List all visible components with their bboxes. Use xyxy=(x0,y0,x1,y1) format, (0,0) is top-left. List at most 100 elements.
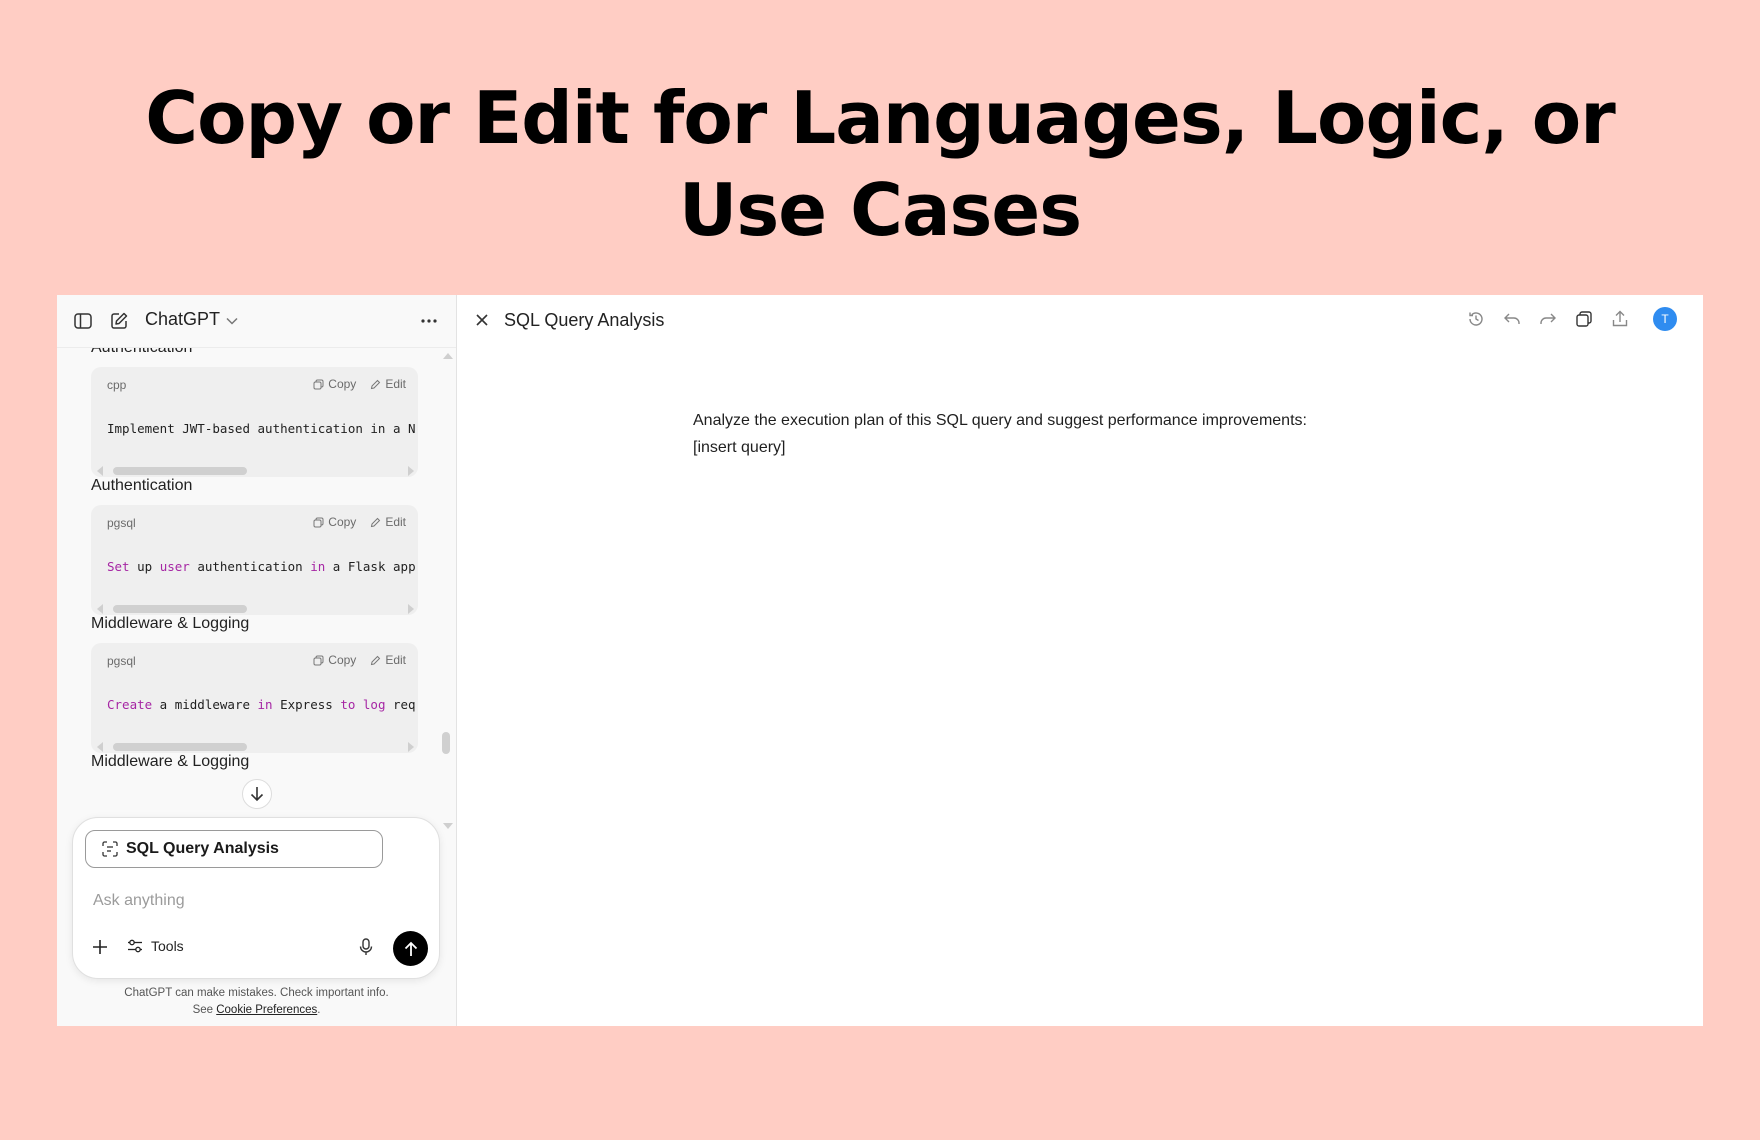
canvas-toolbar: T xyxy=(1465,307,1677,331)
document-line-2: [insert query] xyxy=(693,439,786,456)
canvas-panel: SQL Query Analysis T Analyze the executi… xyxy=(457,295,1703,1026)
pencil-icon xyxy=(371,517,381,527)
code-text: Implement JWT-based authentication in a … xyxy=(107,421,416,436)
code-language: pgsql xyxy=(107,516,136,530)
code-line: Implement JWT-based authentication in a … xyxy=(107,421,416,436)
edit-button[interactable]: Edit xyxy=(370,515,406,529)
avatar[interactable]: T xyxy=(1653,307,1677,331)
canvas-chip[interactable]: SQL Query Analysis xyxy=(85,830,383,868)
code-text: a Flask app xyxy=(325,559,416,574)
send-button[interactable] xyxy=(393,931,428,966)
code-keyword: Set xyxy=(107,559,130,574)
composer: SQL Query Analysis Ask anything Tools xyxy=(72,817,440,979)
chip-label: SQL Query Analysis xyxy=(126,840,279,857)
horizontal-scrollbar[interactable] xyxy=(91,739,418,753)
code-keyword: log xyxy=(362,697,386,712)
sidebar-toggle-icon[interactable] xyxy=(71,309,95,333)
left-panel-header: ChatGPT xyxy=(57,295,456,348)
pencil-icon xyxy=(371,655,381,665)
horizontal-scrollbar[interactable] xyxy=(91,601,418,615)
chevron-down-icon xyxy=(226,309,238,330)
arrow-up-icon xyxy=(404,941,417,956)
horizontal-scrollbar[interactable] xyxy=(91,463,418,477)
code-text: a middleware xyxy=(152,697,258,712)
message-input[interactable]: Ask anything xyxy=(93,892,185,910)
headline-line-1: Copy or Edit for Languages, Logic, or xyxy=(145,76,1616,160)
more-options-icon[interactable] xyxy=(417,309,441,333)
code-language: pgsql xyxy=(107,654,136,668)
model-name: ChatGPT xyxy=(145,309,221,329)
disclaimer-period: . xyxy=(317,1004,321,1016)
vertical-scrollbar[interactable] xyxy=(440,347,454,837)
disclaimer-text: ChatGPT can make mistakes. Check importa… xyxy=(124,987,389,999)
close-icon[interactable] xyxy=(471,309,493,331)
copy-button[interactable]: Copy xyxy=(313,515,356,529)
scroll-left-arrow-icon xyxy=(97,742,103,752)
scroll-down-arrow-icon xyxy=(443,823,453,829)
code-keyword: user xyxy=(159,559,190,574)
scroll-right-arrow-icon xyxy=(408,742,414,752)
copy-icon xyxy=(313,517,324,527)
scroll-right-arrow-icon xyxy=(408,604,414,614)
copy-label: Copy xyxy=(328,377,357,391)
canvas-document[interactable]: Analyze the execution plan of this SQL q… xyxy=(693,407,1393,461)
scroll-left-arrow-icon xyxy=(97,466,103,476)
scroll-left-arrow-icon xyxy=(97,604,103,614)
scroll-to-bottom-button[interactable] xyxy=(242,779,272,809)
code-text: req xyxy=(385,697,416,712)
copy-button[interactable]: Copy xyxy=(313,377,356,391)
model-selector[interactable]: ChatGPT xyxy=(145,309,238,330)
history-icon[interactable] xyxy=(1465,308,1487,330)
edit-button[interactable]: Edit xyxy=(370,653,406,667)
tools-button[interactable]: Tools xyxy=(127,938,184,954)
canvas-icon xyxy=(102,841,118,857)
pencil-icon xyxy=(371,379,381,389)
code-block: pgsql Copy Edit Set up user authenticati… xyxy=(91,505,418,615)
code-text: up xyxy=(129,559,160,574)
edit-label: Edit xyxy=(385,653,406,667)
undo-icon[interactable] xyxy=(1501,308,1523,330)
section-title: Middleware & Logging xyxy=(91,615,250,632)
section-title: Authentication xyxy=(91,347,193,356)
edit-label: Edit xyxy=(385,515,406,529)
code-keyword: in xyxy=(310,559,326,574)
code-keyword: to xyxy=(340,697,356,712)
tools-label: Tools xyxy=(151,938,184,954)
sliders-icon xyxy=(128,939,142,953)
scroll-right-arrow-icon xyxy=(408,466,414,476)
app-window: ChatGPT Authentication cpp Copy Edit Imp… xyxy=(57,295,1703,1026)
code-text: Express xyxy=(272,697,341,712)
copy-button[interactable]: Copy xyxy=(313,653,356,667)
code-block: cpp Copy Edit Implement JWT-based authen… xyxy=(91,367,418,477)
section-title: Authentication xyxy=(91,477,193,494)
scrollbar-thumb xyxy=(442,732,450,754)
arrow-down-icon xyxy=(250,787,264,802)
copy-icon xyxy=(313,655,324,665)
canvas-title: SQL Query Analysis xyxy=(504,310,665,330)
redo-icon[interactable] xyxy=(1537,308,1559,330)
code-block: pgsql Copy Edit Create a middleware in E… xyxy=(91,643,418,753)
copy-icon xyxy=(313,379,324,389)
edit-label: Edit xyxy=(385,377,406,391)
cookie-preferences-link[interactable]: Cookie Preferences xyxy=(216,1004,317,1016)
code-keyword: Create xyxy=(107,697,153,712)
code-line: Set up user authentication in a Flask ap… xyxy=(107,559,416,574)
add-attachment-icon[interactable] xyxy=(89,936,111,958)
new-chat-icon[interactable] xyxy=(107,309,131,333)
scroll-up-arrow-icon xyxy=(443,353,453,359)
edit-button[interactable]: Edit xyxy=(370,377,406,391)
headline-line-2: Use Cases xyxy=(678,168,1082,252)
code-line: Create a middleware in Express to log re… xyxy=(107,697,416,712)
share-icon[interactable] xyxy=(1609,308,1631,330)
code-keyword: in xyxy=(257,697,273,712)
disclaimer-see: See xyxy=(192,1004,214,1016)
microphone-icon[interactable] xyxy=(355,936,377,958)
code-language: cpp xyxy=(107,378,127,392)
copy-icon[interactable] xyxy=(1573,308,1595,330)
left-panel: ChatGPT Authentication cpp Copy Edit Imp… xyxy=(57,295,457,1026)
copy-label: Copy xyxy=(328,653,357,667)
disclaimer: ChatGPT can make mistakes. Check importa… xyxy=(57,985,456,1019)
document-line-1: Analyze the execution plan of this SQL q… xyxy=(693,412,1307,429)
headline: Copy or Edit for Languages, Logic, or Us… xyxy=(0,72,1760,256)
